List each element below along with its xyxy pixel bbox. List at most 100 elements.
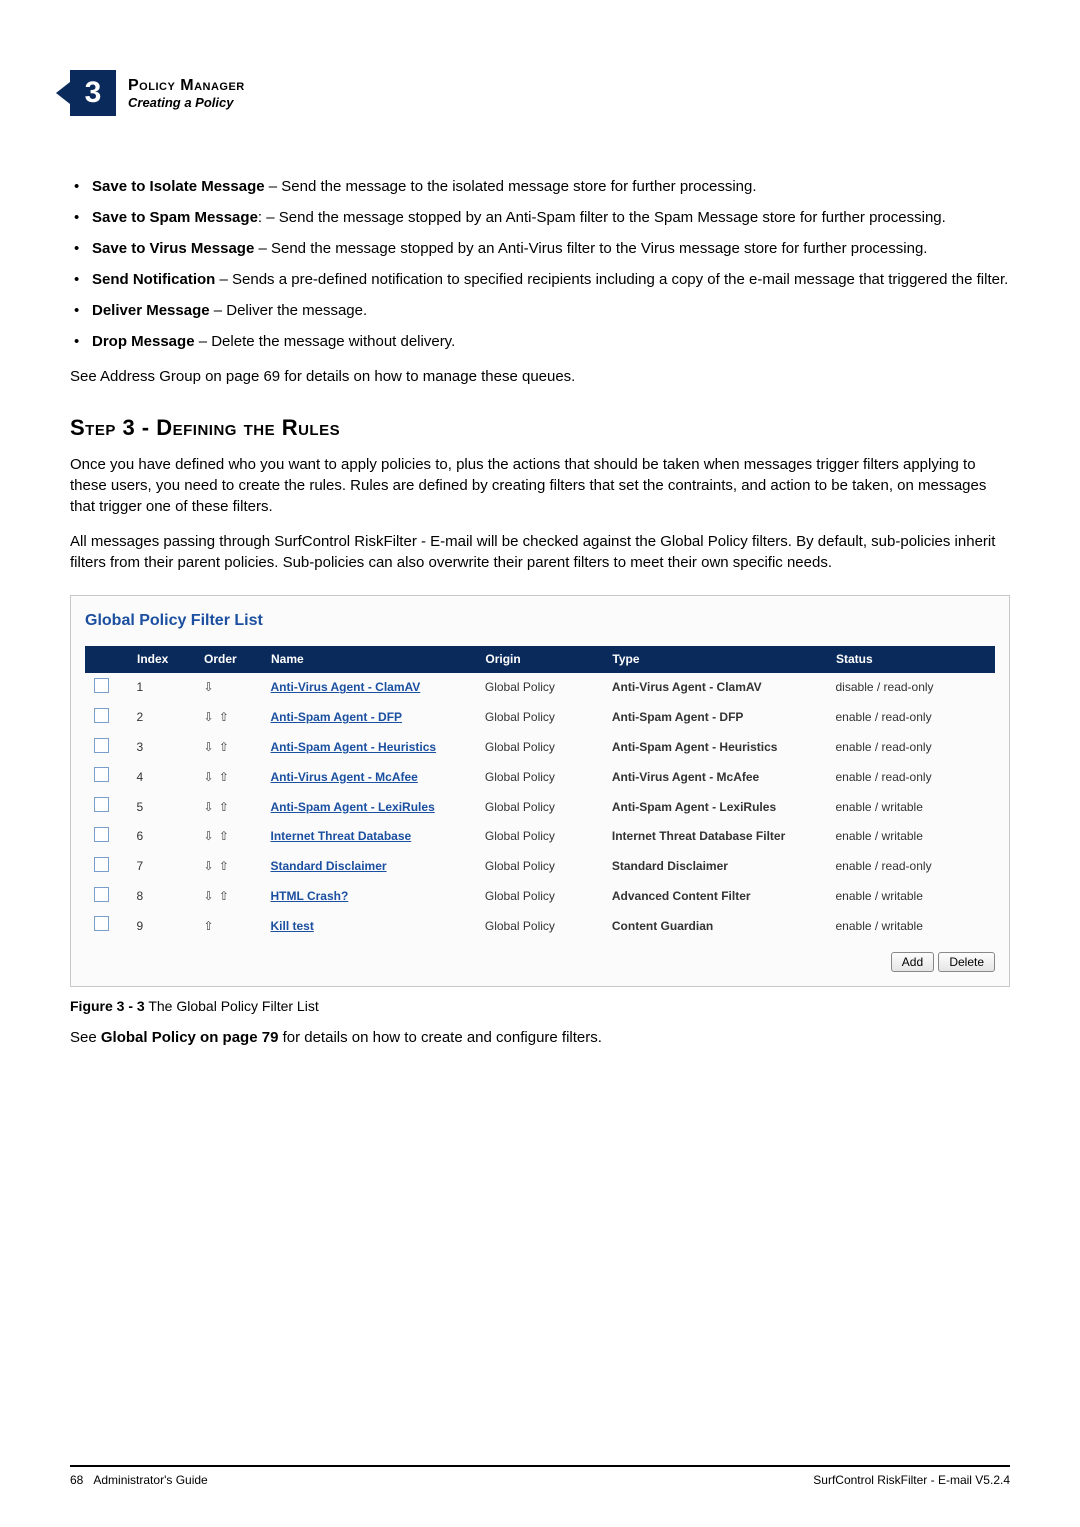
table-row: 5⇩ ⇧Anti-Spam Agent - LexiRulesGlobal Po…: [86, 792, 995, 822]
cell-status: enable / read-only: [828, 703, 995, 733]
cell-index: 4: [129, 762, 196, 792]
cell-status: enable / writable: [828, 822, 995, 852]
arrow-down-icon[interactable]: ⇩: [204, 680, 215, 694]
cell-type: Anti-Virus Agent - ClamAV: [604, 672, 828, 702]
table-row: 4⇩ ⇧Anti-Virus Agent - McAfeeGlobal Poli…: [86, 762, 995, 792]
cell-status: enable / read-only: [828, 733, 995, 763]
cell-status: enable / writable: [828, 911, 995, 941]
col-checkbox: [86, 647, 129, 673]
cell-origin: Global Policy: [477, 703, 604, 733]
row-checkbox[interactable]: [94, 916, 109, 931]
table-row: 9 ⇧ Kill test Global PolicyContent Guardian…: [86, 911, 995, 941]
chapter-subtitle: Creating a Policy: [128, 95, 245, 111]
col-name: Name: [263, 647, 477, 673]
col-origin: Origin: [477, 647, 604, 673]
list-item: Send Notification – Sends a pre-defined …: [92, 269, 1010, 290]
col-status: Status: [828, 647, 995, 673]
cell-type: Anti-Spam Agent - DFP: [604, 703, 828, 733]
table-row: 7⇩ ⇧Standard DisclaimerGlobal PolicyStan…: [86, 852, 995, 882]
step3-heading: Step 3 - Defining the Rules: [70, 413, 1010, 444]
arrow-updown-icon[interactable]: ⇩ ⇧: [204, 859, 230, 873]
cell-index: 6: [129, 822, 196, 852]
col-order: Order: [196, 647, 263, 673]
footer-left: 68 Administrator's Guide: [70, 1473, 208, 1487]
list-item: Save to Virus Message – Send the message…: [92, 238, 1010, 259]
row-checkbox[interactable]: [94, 827, 109, 842]
arrow-updown-icon[interactable]: ⇩ ⇧: [204, 800, 230, 814]
cell-index: 7: [129, 852, 196, 882]
chapter-number: 3: [85, 76, 102, 110]
arrow-updown-icon[interactable]: ⇩ ⇧: [204, 829, 230, 843]
see-address-group-para: See Address Group on page 69 for details…: [70, 366, 1010, 387]
cell-origin: Global Policy: [477, 792, 604, 822]
cell-type: Standard Disclaimer: [604, 852, 828, 882]
step3-para1: Once you have defined who you want to ap…: [70, 454, 1010, 517]
cell-origin: Global Policy: [477, 672, 604, 702]
step3-para2: All messages passing through SurfControl…: [70, 531, 1010, 573]
cell-origin: Global Policy: [477, 733, 604, 763]
cell-status: enable / writable: [828, 792, 995, 822]
table-row: 3⇩ ⇧Anti-Spam Agent - HeuristicsGlobal P…: [86, 733, 995, 763]
list-item: Deliver Message – Deliver the message.: [92, 300, 1010, 321]
arrow-updown-icon[interactable]: ⇩ ⇧: [204, 770, 230, 784]
row-checkbox[interactable]: [94, 708, 109, 723]
arrow-updown-icon[interactable]: ⇩ ⇧: [204, 740, 230, 754]
cell-index: 3: [129, 733, 196, 763]
list-item: Save to Isolate Message – Send the messa…: [92, 176, 1010, 197]
cell-origin: Global Policy: [477, 822, 604, 852]
add-button[interactable]: Add: [891, 952, 934, 972]
cell-index: 1: [129, 672, 196, 702]
cell-type: Anti-Spam Agent - Heuristics: [604, 733, 828, 763]
delete-button[interactable]: Delete: [938, 952, 995, 972]
cell-index: 5: [129, 792, 196, 822]
row-checkbox[interactable]: [94, 797, 109, 812]
footer-right: SurfControl RiskFilter - E-mail V5.2.4: [813, 1473, 1010, 1487]
cell-index: 9: [129, 911, 196, 941]
cell-status: enable / read-only: [828, 852, 995, 882]
filter-name-link[interactable]: Anti-Virus Agent - ClamAV: [271, 680, 421, 694]
cell-type: Advanced Content Filter: [604, 882, 828, 912]
table-row: 8⇩ ⇧HTML Crash?Global PolicyAdvanced Con…: [86, 882, 995, 912]
cell-index: 8: [129, 882, 196, 912]
panel-title: Global Policy Filter List: [85, 610, 995, 632]
arrow-updown-icon[interactable]: ⇩ ⇧: [204, 710, 230, 724]
filter-name-link[interactable]: HTML Crash?: [271, 889, 349, 903]
row-checkbox[interactable]: [94, 887, 109, 902]
filter-name-link[interactable]: Anti-Spam Agent - DFP: [271, 710, 403, 724]
cell-status: enable / read-only: [828, 762, 995, 792]
closing-para: See Global Policy on page 79 for details…: [70, 1027, 1010, 1048]
filter-name-link[interactable]: Internet Threat Database: [271, 829, 412, 843]
cell-origin: Global Policy: [477, 852, 604, 882]
col-index: Index: [129, 647, 196, 673]
chapter-number-badge: 3: [70, 70, 116, 116]
cell-type: Internet Threat Database Filter: [604, 822, 828, 852]
row-checkbox[interactable]: [94, 738, 109, 753]
table-row: 2⇩ ⇧Anti-Spam Agent - DFPGlobal PolicyAn…: [86, 703, 995, 733]
chapter-title: Policy Manager: [128, 76, 245, 95]
arrow-up-icon[interactable]: ⇧: [204, 919, 215, 933]
chapter-header: 3 Policy Manager Creating a Policy: [70, 70, 1010, 116]
cell-origin: Global Policy: [477, 911, 604, 941]
cell-index: 2: [129, 703, 196, 733]
list-item: Save to Spam Message: – Send the message…: [92, 207, 1010, 228]
row-checkbox[interactable]: [94, 857, 109, 872]
panel-actions: Add Delete: [85, 951, 995, 972]
cell-type: Anti-Spam Agent - LexiRules: [604, 792, 828, 822]
filter-name-link[interactable]: Kill test: [271, 919, 314, 933]
table-row: 1⇩Anti-Virus Agent - ClamAVGlobal Policy…: [86, 672, 995, 702]
arrow-updown-icon[interactable]: ⇩ ⇧: [204, 889, 230, 903]
filter-name-link[interactable]: Anti-Spam Agent - LexiRules: [271, 800, 435, 814]
list-item: Drop Message – Delete the message withou…: [92, 331, 1010, 352]
cell-status: enable / writable: [828, 882, 995, 912]
cell-type: Content Guardian: [604, 911, 828, 941]
row-checkbox[interactable]: [94, 678, 109, 693]
row-checkbox[interactable]: [94, 767, 109, 782]
filter-name-link[interactable]: Anti-Spam Agent - Heuristics: [271, 740, 437, 754]
filter-name-link[interactable]: Standard Disclaimer: [271, 859, 387, 873]
filter-table: Index Order Name Origin Type Status 1⇩An…: [85, 646, 995, 941]
page-footer: 68 Administrator's Guide SurfControl Ris…: [70, 1465, 1010, 1487]
action-bullet-list: Save to Isolate Message – Send the messa…: [70, 176, 1010, 352]
cell-status: disable / read-only: [828, 672, 995, 702]
filter-name-link[interactable]: Anti-Virus Agent - McAfee: [271, 770, 418, 784]
table-row: 6 ⇩ ⇧ Internet Threat Database Global Polic…: [86, 822, 995, 852]
